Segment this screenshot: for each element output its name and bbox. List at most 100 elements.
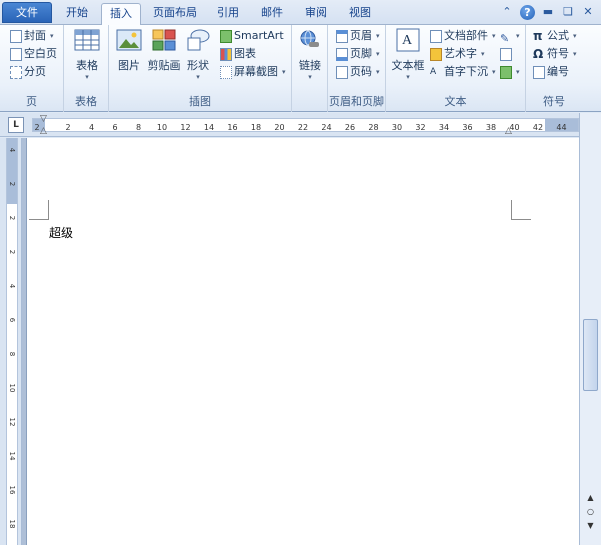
hanging-indent-icon[interactable]: △ bbox=[40, 126, 47, 136]
symbol-button[interactable]: Ω 符号 ▾ bbox=[533, 45, 577, 63]
pi-icon: π bbox=[533, 29, 543, 43]
table-label: 表格 bbox=[76, 59, 98, 72]
omega-icon: Ω bbox=[533, 47, 544, 61]
clipart-button[interactable]: 剪贴画 bbox=[147, 27, 181, 73]
top-right-margin-mark bbox=[511, 200, 531, 220]
group-symbols-label: 符号 bbox=[543, 95, 565, 108]
smartart-label: SmartArt bbox=[234, 29, 284, 42]
clipart-icon bbox=[150, 27, 178, 53]
picture-button[interactable]: 图片 bbox=[113, 27, 145, 73]
restore-window-icon[interactable]: ❏ bbox=[561, 5, 575, 19]
tab-selector[interactable]: L bbox=[8, 117, 24, 133]
svg-text:A: A bbox=[402, 33, 413, 48]
help-icon[interactable]: ? bbox=[520, 4, 535, 20]
right-indent-icon[interactable]: △ bbox=[505, 126, 512, 136]
screenshot-label: 屏幕截图 bbox=[234, 65, 278, 78]
textbox-dropdown-arrow: ▾ bbox=[406, 73, 410, 81]
vertical-ruler[interactable]: 4 2 2 2 4 6 8 10 12 14 16 18 bbox=[0, 138, 22, 545]
minimize-window-icon[interactable]: ▬ bbox=[541, 5, 555, 19]
equation-label: 公式 bbox=[547, 29, 569, 42]
vertical-scrollbar[interactable]: ▲ ○ ▼ bbox=[579, 113, 601, 545]
scrollbar-thumb[interactable] bbox=[583, 319, 598, 391]
tab-review[interactable]: 审阅 bbox=[298, 3, 334, 25]
blank-page-button[interactable]: 空白页 bbox=[10, 45, 57, 63]
cover-page-label: 封面 bbox=[24, 29, 46, 42]
table-button[interactable]: 表格 ▾ bbox=[70, 27, 104, 81]
numbering-button[interactable]: 编号 bbox=[533, 63, 569, 81]
wordart-icon bbox=[430, 47, 442, 61]
quick-parts-button[interactable]: 文档部件 ▾ bbox=[430, 27, 496, 45]
date-time-button[interactable] bbox=[500, 45, 512, 63]
tab-file[interactable]: 文件 bbox=[2, 2, 52, 23]
footer-label: 页脚 bbox=[350, 47, 372, 60]
browse-object-icon[interactable]: ○ bbox=[583, 505, 598, 519]
ruler-tick-label: 32 bbox=[415, 123, 426, 132]
header-button[interactable]: 页眉 ▾ bbox=[336, 27, 380, 45]
tab-view[interactable]: 视图 bbox=[342, 3, 378, 25]
shapes-dropdown-arrow: ▾ bbox=[196, 73, 200, 81]
equation-button[interactable]: π 公式 ▾ bbox=[533, 27, 577, 45]
ruler-tick-label: 36 bbox=[462, 123, 473, 132]
tab-references[interactable]: 引用 bbox=[210, 3, 246, 25]
shapes-icon bbox=[184, 27, 212, 53]
window-controls: ⌃ ? ▬ ❏ ✕ bbox=[500, 4, 595, 20]
close-window-icon[interactable]: ✕ bbox=[581, 5, 595, 19]
tab-home[interactable]: 开始 bbox=[58, 3, 96, 25]
ruler-tick-label: 14 bbox=[203, 123, 215, 132]
calendar-icon bbox=[500, 47, 512, 61]
table-icon bbox=[73, 27, 101, 53]
vertical-ruler-tick-label: 12 bbox=[8, 417, 16, 427]
group-illustrations: 图片 剪贴画 形状 ▾ SmartArt 图表 屏幕截图 ▾ 插图 bbox=[109, 25, 292, 112]
first-line-indent-icon[interactable]: ▽ bbox=[40, 114, 47, 124]
blank-page-label: 空白页 bbox=[24, 47, 57, 60]
minimize-ribbon-icon[interactable]: ⌃ bbox=[500, 5, 514, 19]
link-icon bbox=[296, 27, 324, 53]
group-header-footer: 页眉 ▾ 页脚 ▾ 页码 ▾ 页眉和页脚 bbox=[328, 25, 386, 112]
shapes-label: 形状 bbox=[187, 59, 209, 72]
vertical-ruler-tick-label: 16 bbox=[8, 485, 16, 495]
header-icon bbox=[336, 29, 348, 43]
ruler-tick-label: 16 bbox=[227, 123, 238, 132]
ruler-tick-label: 38 bbox=[485, 123, 497, 132]
drop-cap-label: 首字下沉 bbox=[444, 65, 488, 78]
page-number-button[interactable]: 页码 ▾ bbox=[336, 63, 380, 81]
vertical-ruler-tick-label: 10 bbox=[8, 383, 16, 393]
group-links: 链接 ▾ bbox=[292, 25, 328, 112]
textbox-label: 文本框 bbox=[391, 59, 425, 72]
document-area: 超级 bbox=[22, 138, 579, 545]
horizontal-ruler[interactable]: L 2 2 4 6 8 10 12 14 16 18 20 22 24 26 28 30 32 34 36 38 40 4… bbox=[0, 113, 601, 137]
scroll-down-arrow-icon[interactable]: ▼ bbox=[583, 519, 598, 533]
screenshot-button[interactable]: 屏幕截图 ▾ bbox=[220, 63, 286, 81]
chart-icon bbox=[220, 47, 232, 61]
top-left-margin-mark bbox=[29, 200, 49, 220]
page-number-icon bbox=[336, 65, 348, 79]
chart-button[interactable]: 图表 bbox=[220, 45, 256, 63]
blank-page-icon bbox=[10, 47, 22, 61]
tab-mailings[interactable]: 邮件 bbox=[254, 3, 290, 25]
page-break-label: 分页 bbox=[24, 65, 46, 78]
links-button[interactable]: 链接 ▾ bbox=[294, 27, 326, 81]
picture-label: 图片 bbox=[118, 59, 140, 72]
ruler-tick-label: 34 bbox=[438, 123, 450, 132]
picture-icon bbox=[115, 27, 143, 53]
document-page[interactable]: 超级 bbox=[26, 138, 579, 545]
shapes-button[interactable]: 形状 ▾ bbox=[183, 27, 213, 81]
object-button[interactable]: ▾ bbox=[500, 63, 520, 81]
smartart-button[interactable]: SmartArt bbox=[220, 27, 284, 45]
group-pages-label: 页 bbox=[26, 95, 37, 108]
scroll-up-arrow-icon[interactable]: ▲ bbox=[583, 491, 598, 505]
cover-page-button[interactable]: 封面 ▾ bbox=[10, 27, 54, 45]
ruler-tick-label: 22 bbox=[297, 123, 309, 132]
smartart-icon bbox=[220, 29, 232, 43]
document-text[interactable]: 超级 bbox=[49, 224, 73, 241]
tab-page-layout[interactable]: 页面布局 bbox=[148, 3, 202, 25]
ribbon-insert: 封面 ▾ 空白页 分页 页 表格 ▾ 表格 图片 剪贴画 形状 ▾ SmartA… bbox=[0, 25, 601, 112]
textbox-button[interactable]: A 文本框 ▾ bbox=[389, 27, 427, 81]
drop-cap-button[interactable]: A 首字下沉 ▾ bbox=[430, 63, 496, 81]
signature-line-button[interactable]: ✎ ▾ bbox=[500, 27, 520, 45]
footer-button[interactable]: 页脚 ▾ bbox=[336, 45, 380, 63]
page-break-button[interactable]: 分页 bbox=[10, 63, 46, 81]
ruler-tick-label: 20 bbox=[274, 123, 285, 132]
wordart-button[interactable]: 艺术字 ▾ bbox=[430, 45, 485, 63]
tab-insert[interactable]: 插入 bbox=[101, 3, 141, 26]
